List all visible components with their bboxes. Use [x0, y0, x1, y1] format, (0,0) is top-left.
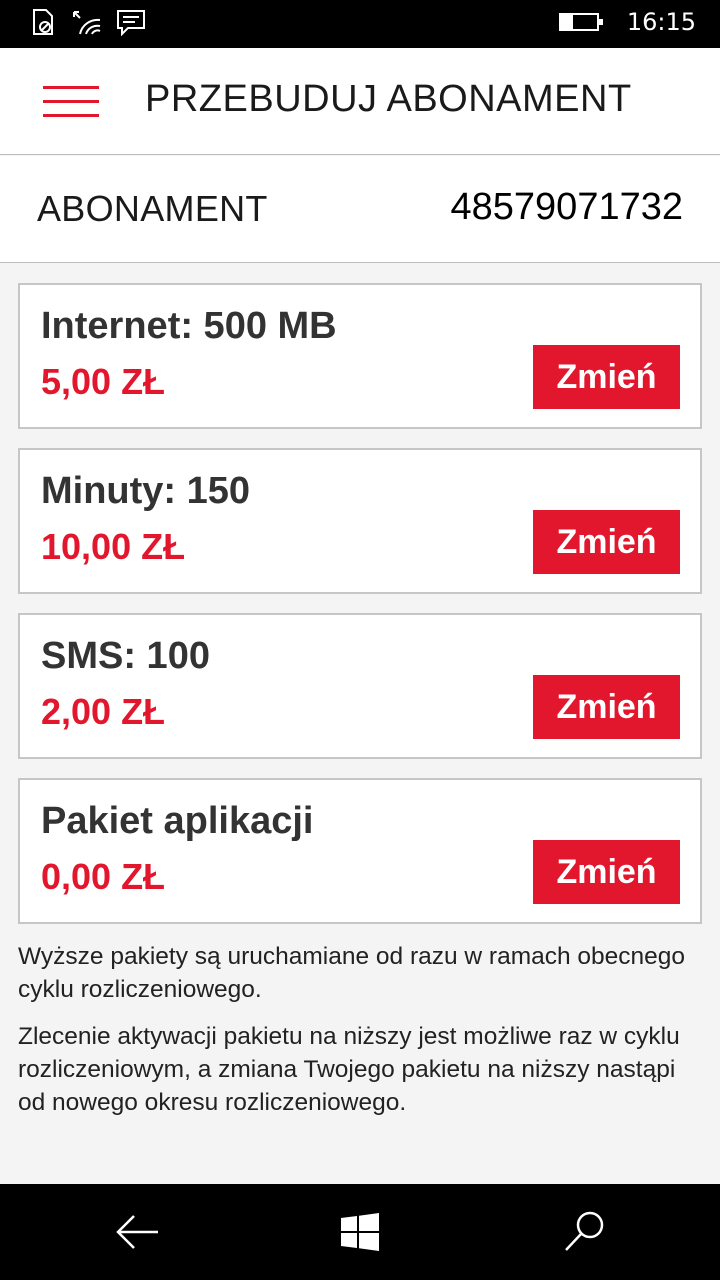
hamburger-menu-icon[interactable] [43, 86, 99, 118]
system-nav-bar [0, 1184, 720, 1280]
message-icon [117, 10, 145, 36]
package-price: 2,00 ZŁ [41, 691, 166, 732]
status-time: 16:15 [626, 8, 696, 36]
package-name: SMS: 100 [41, 635, 210, 677]
windows-start-icon[interactable] [335, 1208, 385, 1256]
subscription-number: 48579071732 [450, 186, 683, 228]
change-package-button[interactable]: Zmień [533, 840, 680, 904]
subscription-header: ABONAMENT 48579071732 [0, 156, 720, 263]
package-name: Pakiet aplikacji [41, 800, 314, 842]
info-text: Wyższe pakiety są uruchamiane od razu w … [18, 940, 698, 1133]
package-price: 5,00 ZŁ [41, 361, 166, 402]
package-name: Internet: 500 MB [41, 305, 337, 347]
package-card-internet: Internet: 500 MB 5,00 ZŁ Zmień [18, 283, 702, 429]
change-package-button[interactable]: Zmień [533, 345, 680, 409]
package-price: 0,00 ZŁ [41, 856, 166, 897]
change-package-button[interactable]: Zmień [533, 510, 680, 574]
wifi-icon [73, 11, 101, 35]
status-bar: 16:15 [0, 0, 720, 48]
status-right: 16:15 [558, 8, 696, 36]
package-card-sms: SMS: 100 2,00 ZŁ Zmień [18, 613, 702, 759]
subscription-label: ABONAMENT [37, 188, 268, 229]
info-paragraph-downgrade: Zlecenie aktywacji pakietu na niższy jes… [18, 1023, 680, 1116]
change-package-button[interactable]: Zmień [533, 675, 680, 739]
battery-level [560, 15, 574, 29]
battery-icon [558, 13, 603, 31]
status-icons [30, 8, 146, 36]
search-icon[interactable] [560, 1208, 610, 1256]
package-list: Internet: 500 MB 5,00 ZŁ Zmień Minuty: 1… [18, 283, 702, 943]
package-card-minutes: Minuty: 150 10,00 ZŁ Zmień [18, 448, 702, 594]
info-paragraph-upgrade: Wyższe pakiety są uruchamiane od razu w … [18, 943, 686, 1003]
package-price: 10,00 ZŁ [41, 526, 186, 567]
page-title: PRZEBUDUJ ABONAMENT [145, 78, 632, 120]
package-card-apps: Pakiet aplikacji 0,00 ZŁ Zmień [18, 778, 702, 924]
do-not-disturb-icon [33, 9, 53, 35]
back-arrow-icon[interactable] [112, 1208, 162, 1256]
app-header: PRZEBUDUJ ABONAMENT [0, 48, 720, 155]
package-name: Minuty: 150 [41, 470, 251, 512]
